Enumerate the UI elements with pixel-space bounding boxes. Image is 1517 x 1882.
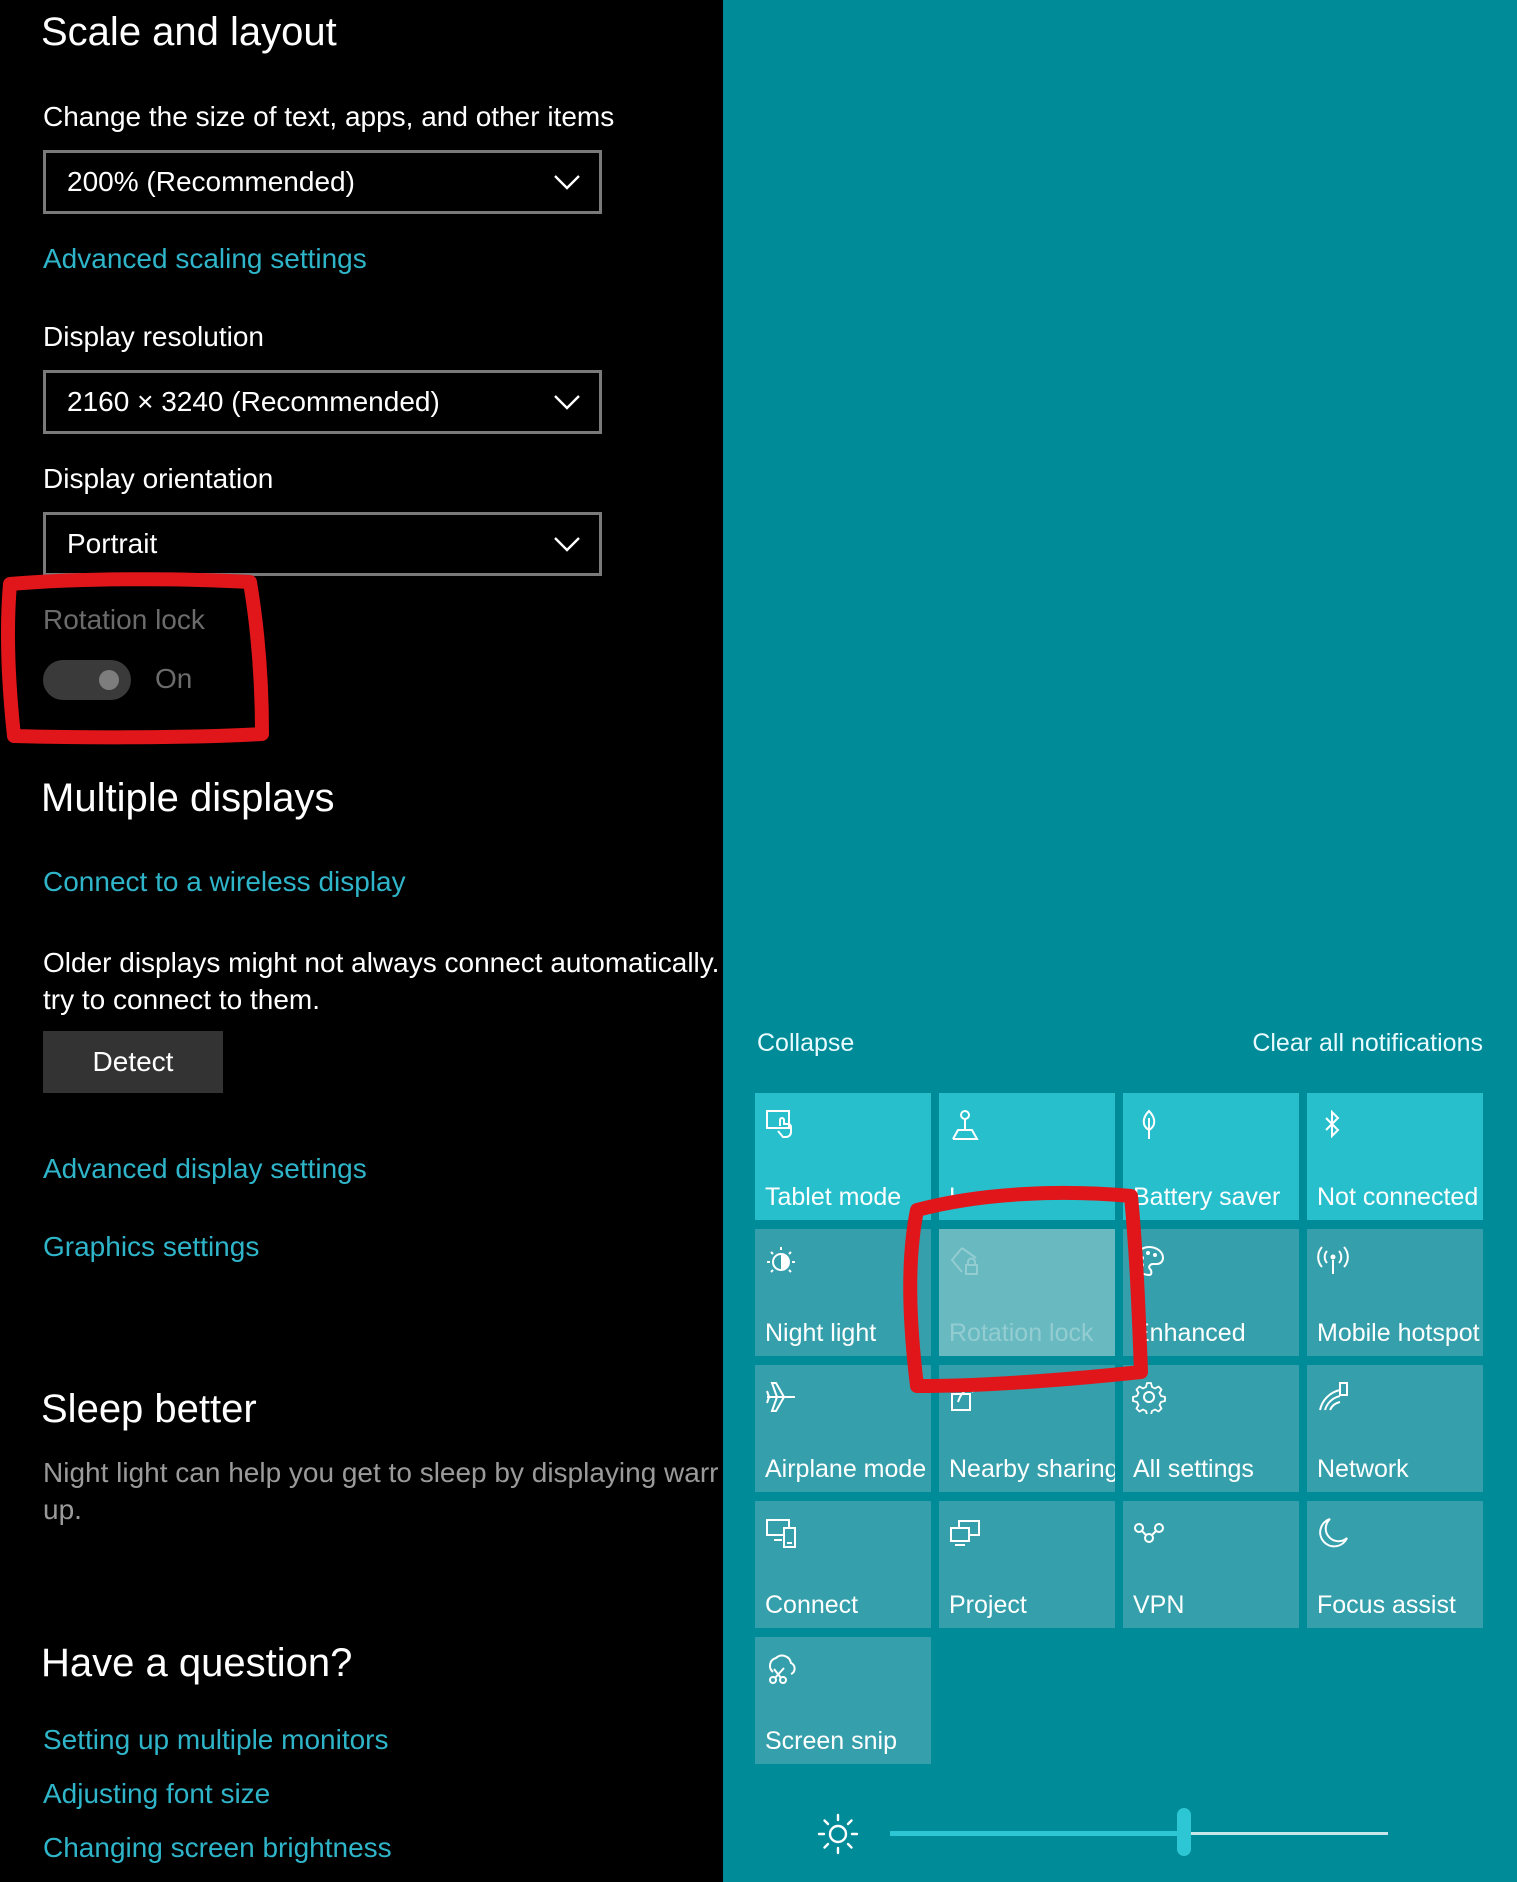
- quick-action-rotation-lock[interactable]: Rotation lock: [939, 1229, 1115, 1356]
- clear-all-notifications-link[interactable]: Clear all notifications: [1252, 1029, 1483, 1058]
- tile-label: Mobile hotspot: [1317, 1319, 1480, 1347]
- resolution-dropdown-value: 2160 × 3240 (Recommended): [67, 386, 440, 417]
- rotation-lock-toggle[interactable]: [43, 660, 131, 700]
- project-icon: [950, 1520, 980, 1546]
- wireless-display-link[interactable]: Connect to a wireless display: [43, 866, 406, 898]
- quick-action-airplane-mode[interactable]: Airplane mode: [755, 1365, 931, 1492]
- sleep-better-line: up.: [43, 1494, 82, 1525]
- tile-label: Battery saver: [1133, 1183, 1281, 1211]
- rotation-lock-icon: [950, 1247, 978, 1275]
- quick-action-battery-saver[interactable]: Battery saver: [1123, 1093, 1299, 1220]
- advanced-scaling-link[interactable]: Advanced scaling settings: [43, 243, 367, 275]
- vpn-icon: [1134, 1523, 1164, 1543]
- gear-icon: [1132, 1382, 1166, 1414]
- moon-icon: [1319, 1518, 1348, 1548]
- resolution-dropdown[interactable]: 2160 × 3240 (Recommended): [43, 370, 602, 434]
- brightness-slider-fill: [890, 1831, 1184, 1836]
- older-displays-text: Older displays might not always connect …: [43, 944, 719, 1018]
- sleep-better-text: Night light can help you get to sleep by…: [43, 1454, 719, 1528]
- night-light-icon: [767, 1247, 795, 1273]
- chevron-down-icon: [554, 537, 580, 552]
- orientation-dropdown[interactable]: Portrait: [43, 512, 602, 576]
- resolution-label: Display resolution: [43, 321, 264, 352]
- help-link-font-size[interactable]: Adjusting font size: [43, 1778, 270, 1810]
- quick-action-connect[interactable]: Connect: [755, 1501, 931, 1628]
- airplane-icon: [766, 1382, 795, 1412]
- nearby-sharing-icon: [951, 1383, 978, 1411]
- tile-label: Rotation lock: [949, 1319, 1094, 1347]
- chevron-down-icon: [554, 395, 580, 410]
- quick-action-focus-assist[interactable]: Focus assist: [1307, 1501, 1483, 1628]
- advanced-display-link[interactable]: Advanced display settings: [43, 1153, 367, 1185]
- toggle-knob: [99, 670, 119, 690]
- orientation-label: Display orientation: [43, 463, 274, 494]
- older-displays-line: try to connect to them.: [43, 984, 321, 1015]
- tile-label: Tablet mode: [765, 1183, 902, 1211]
- scale-dropdown-value: 200% (Recommended): [67, 166, 355, 197]
- detect-button[interactable]: Detect: [43, 1031, 223, 1093]
- multiple-displays-heading: Multiple displays: [41, 776, 335, 820]
- action-center-panel: Collapse Clear all notifications Tablet …: [723, 0, 1517, 1882]
- location-icon: [952, 1110, 979, 1140]
- collapse-link[interactable]: Collapse: [757, 1029, 854, 1058]
- quick-action-network[interactable]: Network: [1307, 1365, 1483, 1492]
- quick-action-all-settings[interactable]: All settings: [1123, 1365, 1299, 1492]
- older-displays-line: Older displays might not always connect …: [43, 947, 720, 978]
- quick-action-location[interactable]: L: [939, 1093, 1115, 1220]
- tile-label: Nearby sharing: [949, 1455, 1115, 1483]
- tile-label: Enhanced: [1133, 1319, 1246, 1347]
- quick-action-bluetooth[interactable]: Not connected: [1307, 1093, 1483, 1220]
- quick-action-project[interactable]: Project: [939, 1501, 1115, 1628]
- tile-label: Network: [1317, 1455, 1409, 1483]
- tile-label: VPN: [1133, 1591, 1185, 1619]
- mobile-hotspot-icon: [1317, 1246, 1349, 1274]
- tile-label: Screen snip: [765, 1727, 898, 1755]
- quick-action-enhanced[interactable]: Enhanced: [1123, 1229, 1299, 1356]
- sleep-better-line: Night light can help you get to sleep by…: [43, 1457, 719, 1488]
- quick-action-nearby-sharing[interactable]: Nearby sharing: [939, 1365, 1115, 1492]
- quick-action-mobile-hotspot[interactable]: Mobile hotspot: [1307, 1229, 1483, 1356]
- tile-label: All settings: [1133, 1455, 1254, 1483]
- bluetooth-icon: [1325, 1109, 1340, 1139]
- tile-label: Night light: [765, 1319, 877, 1347]
- sleep-better-heading: Sleep better: [41, 1387, 257, 1431]
- rotation-lock-state: On: [155, 663, 193, 694]
- tile-label: Not connected: [1317, 1183, 1479, 1211]
- screen-snip-icon: [769, 1654, 796, 1684]
- tile-label: L: [949, 1183, 963, 1211]
- quick-action-tablet-mode[interactable]: Tablet mode: [755, 1093, 931, 1220]
- battery-saver-icon: [1142, 1109, 1156, 1139]
- help-link-multiple-monitors[interactable]: Setting up multiple monitors: [43, 1724, 389, 1756]
- graphics-settings-link[interactable]: Graphics settings: [43, 1231, 259, 1263]
- tile-label: Airplane mode: [765, 1455, 927, 1483]
- quick-action-night-light[interactable]: Night light: [755, 1229, 931, 1356]
- brightness-icon: [817, 1813, 859, 1855]
- tile-label: Connect: [765, 1591, 859, 1619]
- network-icon: [1319, 1382, 1348, 1411]
- scale-dropdown[interactable]: 200% (Recommended): [43, 150, 602, 214]
- size-label: Change the size of text, apps, and other…: [43, 101, 615, 132]
- orientation-dropdown-value: Portrait: [67, 528, 158, 559]
- scale-layout-heading: Scale and layout: [41, 10, 337, 54]
- palette-icon: [1134, 1245, 1165, 1277]
- rotation-lock-label: Rotation lock: [43, 604, 205, 635]
- help-link-brightness[interactable]: Changing screen brightness: [43, 1832, 392, 1864]
- quick-action-screen-snip[interactable]: Screen snip: [755, 1637, 931, 1764]
- tile-label: Project: [949, 1591, 1027, 1619]
- display-settings-pane: Scale and layout Change the size of text…: [0, 0, 723, 1882]
- connect-icon: [766, 1519, 796, 1548]
- tile-label: Focus assist: [1317, 1591, 1456, 1619]
- brightness-slider-thumb[interactable]: [1176, 1808, 1191, 1856]
- quick-action-vpn[interactable]: VPN: [1123, 1501, 1299, 1628]
- tablet-mode-icon: [766, 1110, 792, 1138]
- chevron-down-icon: [554, 175, 580, 190]
- have-a-question-heading: Have a question?: [41, 1641, 353, 1685]
